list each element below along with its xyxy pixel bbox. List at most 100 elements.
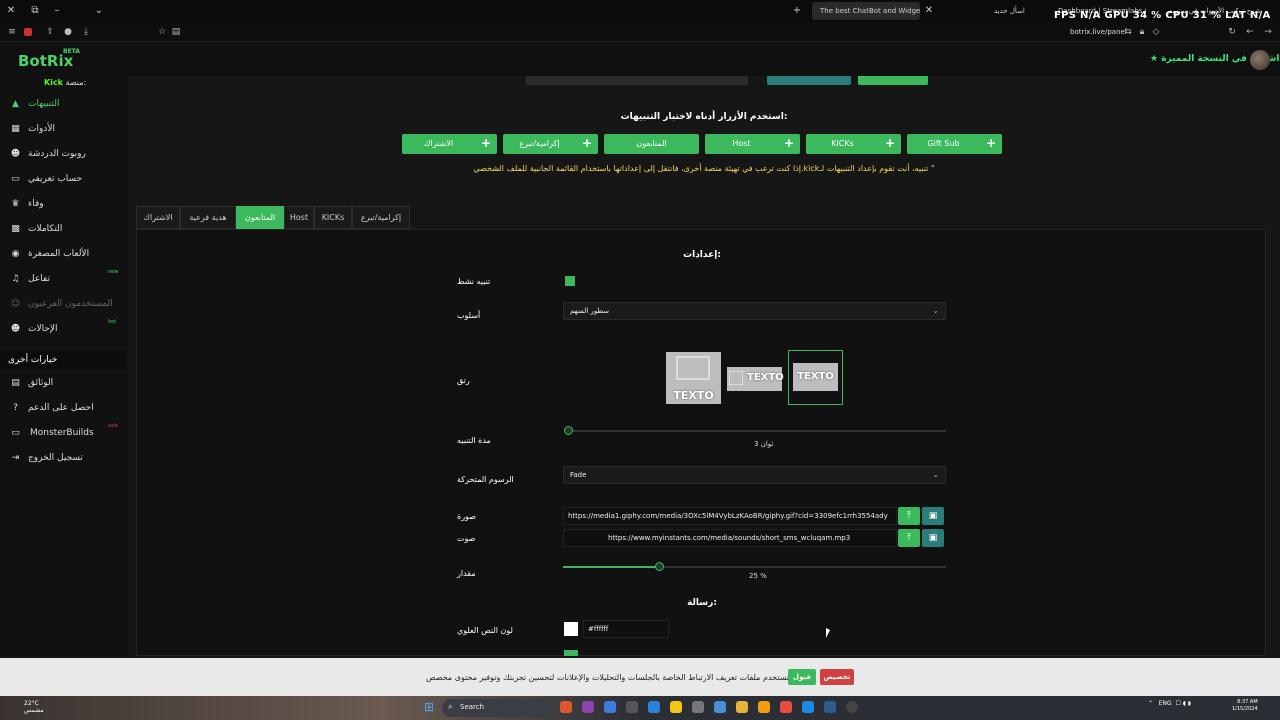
duration-slider-handle[interactable] [564,426,573,435]
sidebar-item-logout[interactable]: ⇥ تسجيل الخروج [0,448,125,470]
test-tip-button[interactable]: إكرامية/تبرع + [503,134,598,154]
app-icon[interactable] [802,701,814,713]
upload-image-button[interactable]: ⤒ [898,507,920,525]
sound-library-button[interactable]: ▣ [922,529,944,547]
app-icon[interactable] [758,701,770,713]
animation-select[interactable]: Fade ⌄ [563,466,946,484]
browser-toolbar: ≡ ⇪ ● ⤓ ☆ ▤ botrix.live/panel ⇆ 🔒︎ ◇ ↻ ←… [0,22,1280,42]
volume-slider-handle[interactable] [655,562,664,571]
message-title: رسالة: [687,598,717,608]
partial-input-field[interactable] [526,76,748,85]
firefox-icon[interactable] [560,701,572,713]
browser-tab[interactable]: اسأل جديد [986,2,1042,20]
browser-tab-active[interactable]: The best ChatBot and Widgets [812,2,920,20]
customize-cookies-button[interactable]: تخصيص [820,669,854,685]
app-icon[interactable] [692,701,704,713]
app-icon[interactable] [582,701,594,713]
sidebar-item-tools[interactable]: ▦ الأدوات [0,119,125,141]
sidebar-item-loyalty[interactable]: ♛ وفاء [0,194,125,216]
test-kicks-button[interactable]: KICKs + [806,134,901,154]
taskbar-search[interactable]: ⌕ Search [442,699,552,717]
sound-url-input[interactable]: https://www.myinstants.com/media/sounds/… [563,529,897,547]
tab-followers[interactable]: المتابعون [236,206,284,229]
image-library-button[interactable]: ▣ [922,507,944,525]
download-icon[interactable]: ⤓ [80,26,92,38]
test-subscribe-button[interactable]: الاشتراك + [402,134,497,154]
top-color-input[interactable]: #ffffff [583,620,669,638]
minimize-icon[interactable]: – [50,4,64,18]
app-icon[interactable] [604,701,616,713]
reload-icon[interactable]: ↻ [1226,26,1238,38]
sidebar-item-label: الإحالات [28,324,58,334]
sidebar-item-alerts[interactable]: ▲ التنبيهات [0,94,125,116]
language-indicator[interactable]: ENG [1159,700,1172,707]
restore-icon[interactable]: ⧉ [28,4,42,18]
app-icon[interactable] [714,701,726,713]
sidebar-item-support[interactable]: ? احصل على الدعم [0,398,125,420]
layout-text: TEXTO [747,372,784,383]
sidebar-item-subusers[interactable]: ☺ المستخدمون الفرعيون [0,294,125,316]
sidebar-item-integrations[interactable]: ▩ التكاملات [0,219,125,241]
botrix-logo[interactable]: BotRix BETA [18,48,80,70]
back-icon[interactable]: ← [1244,26,1256,38]
avatar[interactable] [1250,50,1270,70]
store-icon[interactable] [648,701,660,713]
obs-icon[interactable] [846,701,858,713]
copy-button[interactable] [858,76,928,85]
sidebar-item-profile[interactable]: ▭ حساب تعريفي [0,169,125,191]
color-swatch[interactable] [564,650,578,656]
menu-icon[interactable]: ≡ [6,26,18,38]
duration-slider[interactable] [565,430,946,432]
translate-icon[interactable]: ⇆ [1122,26,1134,38]
tab-tip[interactable]: إكرامية/تبرع [352,206,410,229]
gamepad-icon: ◉ [11,249,20,259]
sidebar-item-docs[interactable]: ▤ الوثائق [0,373,125,395]
tab-subscribe[interactable]: الاشتراك [136,206,180,229]
grid-icon: ▦ [11,124,20,134]
reader-icon[interactable]: ▤ [170,26,182,38]
tab-gift-sub[interactable]: هدية فرعية [180,206,236,229]
beta-badge: BETA [63,48,80,55]
sidebar-item-monsterbuilds[interactable]: ▭ MonsterBuilds sale [0,423,125,445]
layout-option-image-left[interactable]: TEXTO [727,367,784,391]
style-select[interactable]: سطور السهم ⌄ [563,302,946,320]
info-icon[interactable]: ● [62,26,74,38]
test-followers-button[interactable]: المتابعون [604,134,699,154]
new-tab-icon[interactable]: + [790,4,804,18]
weather-widget[interactable]: 22°C مشمس [24,700,44,714]
upload-sound-button[interactable]: ⤒ [898,529,920,547]
sidebar-item-minigames[interactable]: ◉ الألعاب المصغرة [0,244,125,266]
tab-list-icon[interactable]: ⌄ [92,4,106,18]
layout-option-overlay[interactable]: TEXTO [788,350,843,405]
app-icon[interactable] [670,701,682,713]
extension-icon[interactable] [24,28,32,36]
bot-icon: ☻ [10,149,21,159]
bookmark-icon[interactable]: ☆ [156,26,168,38]
advanced-settings-button[interactable] [767,76,851,85]
app-icon[interactable] [626,701,638,713]
tab-host[interactable]: Host [284,206,314,229]
sidebar-item-label: روبوت الدردشة [28,149,86,159]
tab-kicks[interactable]: KICKs [314,206,352,229]
taskbar-clock[interactable]: 8:37 AM 1/15/2024 [1232,699,1258,713]
windows-start-icon[interactable]: ⊞ [424,701,437,714]
color-swatch[interactable] [564,622,578,636]
close-tab-icon[interactable]: ✕ [922,4,936,18]
forward-icon[interactable]: → [1262,26,1274,38]
brave-icon[interactable] [780,701,792,713]
sidebar-item-interact[interactable]: ♫ تفاعل new [0,269,125,291]
sidebar-item-chatbot[interactable]: ☻ روبوت الدردشة [0,144,125,166]
folder-icon[interactable] [736,701,748,713]
layout-option-image-top[interactable]: TEXTO [666,352,721,404]
active-alert-checkbox[interactable] [565,276,575,286]
accept-cookies-button[interactable]: قبول [788,669,816,685]
share-icon[interactable]: ⇪ [44,26,56,38]
sidebar-item-referrals[interactable]: ☻ الإحالات hot [0,319,125,341]
steam-icon[interactable] [824,701,836,713]
test-host-button[interactable]: Host + [705,134,800,154]
image-url-input[interactable]: https://media1.giphy.com/media/3OXc5lM4V… [563,507,897,525]
address-bar[interactable]: botrix.live/panel [1070,28,1127,36]
shield-icon[interactable]: ◇ [1150,26,1162,38]
close-window-icon[interactable]: ✕ [4,4,18,18]
test-giftsub-button[interactable]: Gift Sub + [907,134,1002,154]
